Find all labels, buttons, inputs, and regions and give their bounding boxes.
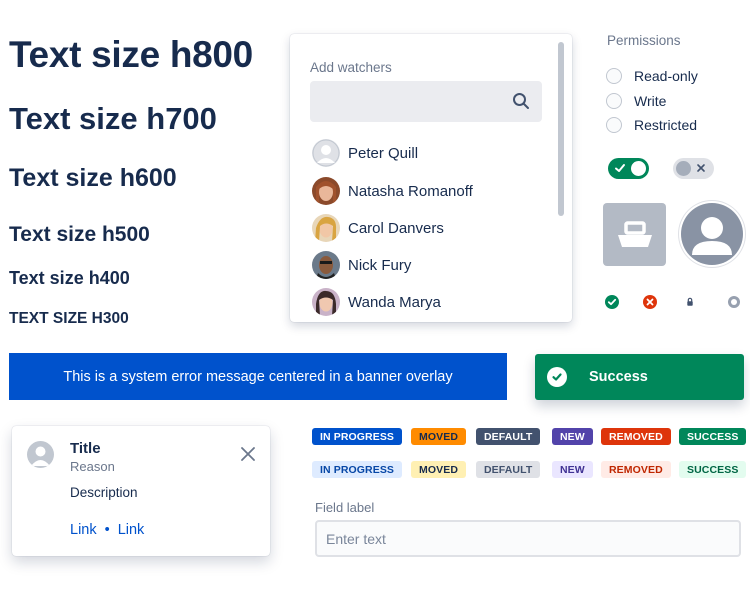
permissions-title: Permissions (607, 33, 681, 48)
watcher-option[interactable]: Nick Fury (312, 250, 411, 280)
circle-icon (728, 296, 740, 308)
watcher-name: Wanda Marya (348, 293, 441, 311)
lozenge-removed-subtle: REMOVED (601, 461, 671, 478)
lozenge-default-subtle: DEFAULT (476, 461, 541, 478)
lozenge-success: SUCCESS (679, 428, 747, 445)
card-reason: Reason (70, 459, 115, 474)
radio-circle[interactable] (606, 93, 622, 109)
radio-write[interactable]: Write (606, 93, 666, 109)
field-label: Field label (315, 500, 375, 515)
lozenge-default: DEFAULT (476, 428, 541, 445)
watcher-name: Carol Danvers (348, 219, 444, 237)
card-description: Description (70, 485, 138, 500)
text-field[interactable] (315, 520, 741, 557)
heading-h400: Text size h400 (9, 268, 130, 288)
success-check-icon (547, 367, 567, 387)
radio-circle[interactable] (606, 117, 622, 133)
watcher-name: Nick Fury (348, 256, 412, 274)
watcher-name: Natasha Romanoff (348, 182, 473, 200)
radio-label: Restricted (634, 117, 698, 133)
watchers-dropdown: Add watchers Peter Quill Natasha Romanof… (290, 34, 572, 322)
card-title: Title (70, 440, 101, 457)
error-icon (643, 295, 657, 309)
radio-circle[interactable] (606, 68, 622, 84)
avatar (312, 288, 340, 316)
notification-card: Title Reason Description Link • Link (12, 426, 270, 556)
project-avatar (603, 203, 666, 266)
radio-label: Write (634, 93, 667, 109)
link-separator: • (104, 522, 110, 538)
lozenge-new-subtle: NEW (552, 461, 593, 478)
avatar (312, 251, 340, 279)
avatar (27, 441, 54, 468)
lozenge-moved-subtle: MOVED (411, 461, 467, 478)
card-link[interactable]: Link (70, 522, 97, 538)
person-icon (692, 217, 732, 255)
flag-title: Success (589, 369, 648, 385)
avatar (312, 177, 340, 205)
lock-icon (683, 295, 697, 309)
error-banner: This is a system error message centered … (9, 353, 507, 400)
watcher-option[interactable]: Wanda Marya (312, 287, 441, 317)
heading-h700: Text size h700 (9, 101, 217, 136)
card-link[interactable]: Link (118, 522, 145, 538)
watcher-option[interactable]: Carol Danvers (312, 213, 444, 243)
toggle-knob (676, 161, 691, 176)
close-icon (697, 164, 705, 172)
search-icon (513, 93, 529, 109)
check-icon (615, 164, 625, 172)
lozenge-new: NEW (552, 428, 593, 445)
success-icon (605, 295, 619, 309)
banner-text: This is a system error message centered … (63, 368, 453, 385)
watcher-name: Peter Quill (348, 144, 419, 162)
scrollbar[interactable] (558, 42, 564, 216)
radio-read-only[interactable]: Read-only (606, 68, 698, 84)
radio-restricted[interactable]: Restricted (606, 117, 697, 133)
heading-h300: TEXT SIZE H300 (9, 310, 129, 327)
watcher-option[interactable]: Peter Quill (312, 138, 418, 168)
user-avatar (681, 203, 743, 265)
toggle-knob (631, 161, 646, 176)
avatar (312, 139, 340, 167)
lozenge-moved: MOVED (411, 428, 467, 445)
avatar (312, 214, 340, 242)
watchers-search-input[interactable] (310, 81, 542, 122)
lozenge-removed: REMOVED (601, 428, 671, 445)
toggle-on[interactable] (608, 158, 649, 179)
heading-h600: Text size h600 (9, 164, 177, 192)
watchers-label: Add watchers (310, 60, 392, 75)
watcher-option[interactable]: Natasha Romanoff (312, 176, 473, 206)
lozenge-in-progress: IN PROGRESS (312, 428, 403, 445)
card-links: Link • Link (70, 522, 144, 538)
success-flag[interactable]: Success (535, 354, 744, 400)
lozenge-in-progress-subtle: IN PROGRESS (312, 461, 403, 478)
close-icon[interactable] (240, 446, 256, 462)
radio-label: Read-only (634, 68, 698, 84)
heading-h500: Text size h500 (9, 223, 150, 246)
heading-h800: Text size h800 (9, 34, 253, 75)
ship-icon (618, 221, 652, 247)
lozenge-success-subtle: SUCCESS (679, 461, 747, 478)
toggle-off[interactable] (673, 158, 714, 179)
